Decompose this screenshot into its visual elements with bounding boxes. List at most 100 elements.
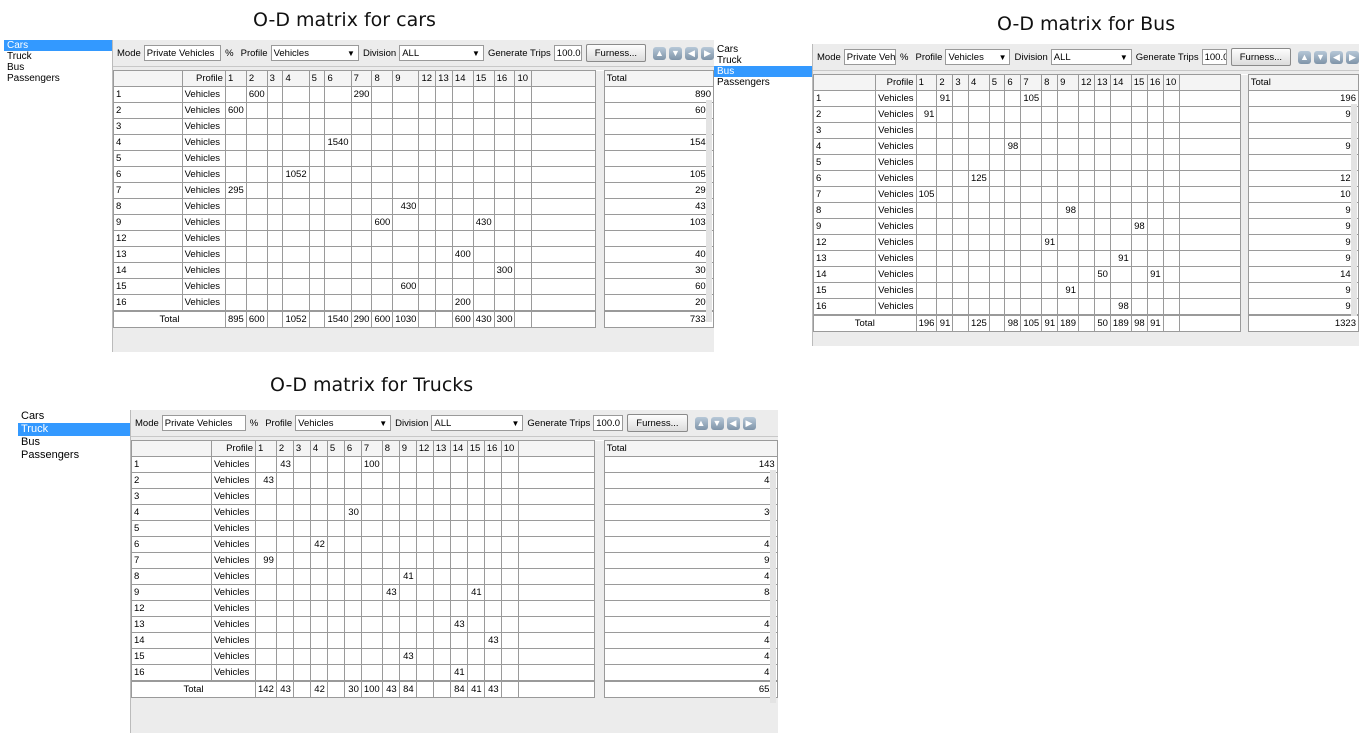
matrix-cell[interactable] <box>275 664 294 682</box>
matrix-cell[interactable] <box>324 166 352 183</box>
matrix-cell[interactable] <box>466 664 485 682</box>
matrix-cell[interactable] <box>350 150 373 167</box>
matrix-cell[interactable] <box>493 278 516 295</box>
matrix-cell[interactable] <box>255 600 277 617</box>
matrix-cell[interactable] <box>466 472 485 489</box>
vertical-scrollbar[interactable] <box>770 470 776 703</box>
mode-item-passengers[interactable]: Passengers <box>18 449 130 462</box>
matrix-cell[interactable] <box>466 504 485 521</box>
matrix-cell[interactable] <box>224 214 247 231</box>
matrix-cell[interactable] <box>472 262 495 279</box>
matrix-cell[interactable] <box>1057 90 1079 107</box>
arrow-up-icon[interactable]: ▲ <box>653 46 666 60</box>
division-combo[interactable]: ALL ▼ <box>431 415 524 431</box>
matrix-cell[interactable] <box>435 134 453 151</box>
matrix-cell[interactable] <box>1004 250 1022 267</box>
matrix-cell[interactable] <box>1146 218 1164 235</box>
generate-trips-field[interactable]: 100.0 <box>1201 49 1227 65</box>
matrix-cell[interactable] <box>381 504 400 521</box>
matrix-cell[interactable] <box>326 616 345 633</box>
matrix-cell[interactable] <box>224 118 247 135</box>
matrix-cell[interactable] <box>514 262 533 279</box>
matrix-cell[interactable] <box>282 262 310 279</box>
matrix-cell[interactable] <box>493 214 516 231</box>
matrix-cell[interactable]: 43 <box>255 472 277 489</box>
matrix-cell[interactable] <box>255 584 277 601</box>
matrix-cell[interactable] <box>266 214 284 231</box>
matrix-cell[interactable] <box>432 504 451 521</box>
matrix-cell[interactable] <box>1041 186 1059 203</box>
matrix-cell[interactable] <box>1041 202 1059 219</box>
matrix-cell[interactable] <box>350 166 373 183</box>
matrix-cell[interactable] <box>1020 298 1043 316</box>
matrix-cell[interactable] <box>350 262 373 279</box>
matrix-cell[interactable] <box>514 86 533 103</box>
arrow-down-icon[interactable]: ▼ <box>669 46 682 60</box>
matrix-cell[interactable] <box>493 246 516 263</box>
matrix-cell[interactable] <box>343 520 362 537</box>
matrix-cell[interactable] <box>483 504 502 521</box>
matrix-cell[interactable] <box>451 262 474 279</box>
matrix-cell[interactable] <box>282 230 310 247</box>
matrix-cell[interactable]: 98 <box>1109 298 1132 316</box>
matrix-cell[interactable] <box>952 202 969 219</box>
matrix-cell[interactable] <box>326 632 345 649</box>
matrix-cell[interactable] <box>418 278 437 295</box>
matrix-cell[interactable]: 43 <box>381 584 400 601</box>
matrix-cell[interactable] <box>514 294 533 312</box>
matrix-cell[interactable] <box>936 298 954 316</box>
matrix-cell[interactable] <box>324 198 352 215</box>
matrix-cell[interactable] <box>449 584 468 601</box>
matrix-cell[interactable] <box>360 600 383 617</box>
matrix-cell[interactable] <box>418 118 437 135</box>
matrix-cell[interactable] <box>418 182 437 199</box>
matrix-cell[interactable] <box>1077 234 1095 251</box>
matrix-cell[interactable] <box>1109 266 1132 283</box>
matrix-cell[interactable]: 100 <box>360 456 383 473</box>
matrix-cell[interactable] <box>466 600 485 617</box>
matrix-cell[interactable] <box>435 230 453 247</box>
matrix-cell[interactable] <box>360 472 383 489</box>
matrix-cell[interactable] <box>309 664 328 682</box>
matrix-cell[interactable] <box>483 536 502 553</box>
matrix-cell[interactable] <box>309 488 328 505</box>
matrix-cell[interactable] <box>309 520 328 537</box>
matrix-cell[interactable] <box>371 134 394 151</box>
matrix-cell[interactable] <box>435 86 453 103</box>
matrix-cell[interactable] <box>1093 218 1111 235</box>
matrix-cell[interactable] <box>435 118 453 135</box>
matrix-cell[interactable] <box>493 86 516 103</box>
matrix-cell[interactable] <box>224 278 247 295</box>
matrix-cell[interactable] <box>1077 106 1095 123</box>
matrix-cell[interactable] <box>266 294 284 312</box>
matrix-cell[interactable]: 295 <box>224 182 247 199</box>
matrix-cell[interactable] <box>500 664 519 682</box>
matrix-cell[interactable] <box>371 166 394 183</box>
matrix-cell[interactable] <box>1146 298 1164 316</box>
matrix-cell[interactable] <box>449 568 468 585</box>
matrix-cell[interactable] <box>371 262 394 279</box>
matrix-cell[interactable] <box>435 182 453 199</box>
matrix-cell[interactable] <box>1093 106 1111 123</box>
matrix-cell[interactable] <box>255 504 277 521</box>
matrix-cell[interactable] <box>514 150 533 167</box>
matrix-cell[interactable] <box>432 456 451 473</box>
profile-combo[interactable]: Vehicles ▼ <box>270 45 359 61</box>
matrix-cell[interactable] <box>514 134 533 151</box>
matrix-cell[interactable] <box>952 106 969 123</box>
matrix-cell[interactable] <box>309 504 328 521</box>
matrix-cell[interactable] <box>282 294 310 312</box>
matrix-cell[interactable]: 98 <box>1130 218 1148 235</box>
matrix-cell[interactable] <box>988 154 1006 171</box>
matrix-cell[interactable] <box>483 456 502 473</box>
matrix-cell[interactable] <box>1093 122 1111 139</box>
matrix-cell[interactable] <box>1146 202 1164 219</box>
matrix-cell[interactable] <box>224 86 247 103</box>
matrix-cell[interactable] <box>449 648 468 665</box>
matrix-cell[interactable]: 1052 <box>282 166 310 183</box>
matrix-cell[interactable] <box>371 278 394 295</box>
matrix-cell[interactable] <box>282 198 310 215</box>
matrix-cell[interactable] <box>381 616 400 633</box>
matrix-cell[interactable] <box>1057 154 1079 171</box>
matrix-cell[interactable] <box>952 282 969 299</box>
